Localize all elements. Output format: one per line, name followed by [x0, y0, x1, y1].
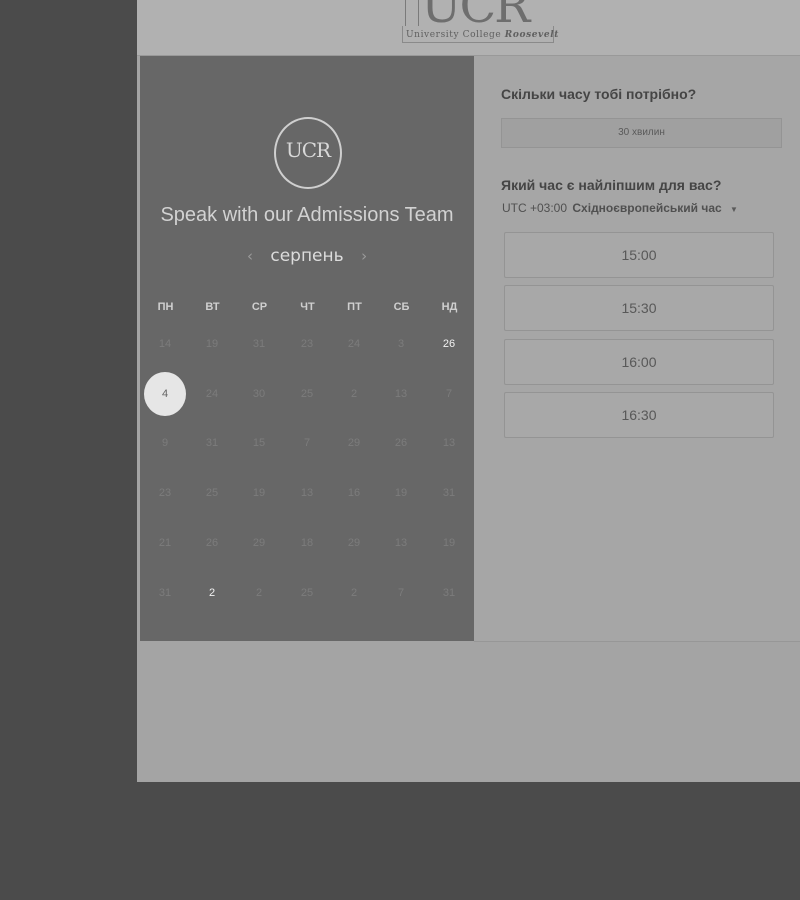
calendar-day: 19 [394, 487, 408, 500]
prev-month-icon[interactable]: ‹ [235, 247, 265, 265]
event-title: Speak with our Admissions Team [160, 204, 454, 226]
calendar-day: 31 [252, 338, 266, 350]
logo-subtitle-plain: University College [406, 30, 505, 40]
calendar-day[interactable]: 2 [192, 573, 232, 613]
weekday-label: СР [251, 301, 268, 313]
logo-tree-icon [405, 0, 419, 26]
calendar-day: 31 [442, 586, 456, 599]
calendar-day: 3 [397, 338, 405, 350]
weekday-label: ВТ [205, 301, 220, 313]
calendar-day: 24 [347, 338, 361, 350]
time-selection-panel: Скільки часу тобі потрібно? 30 хвилин Як… [474, 56, 800, 642]
calendar-day: 13 [394, 536, 408, 549]
calendar-day: 7 [397, 586, 405, 599]
next-month-icon[interactable]: › [349, 247, 379, 265]
calendar-day: 21 [158, 536, 172, 549]
calendar-day: 13 [442, 437, 456, 450]
timezone-offset: UTC +03:00 [502, 201, 568, 215]
event-logo-text: UCR [285, 138, 331, 162]
calendar-day: 29 [252, 536, 266, 549]
calendar-day: 30 [252, 387, 266, 400]
calendar-day: 31 [205, 437, 219, 450]
calendar-day: 15 [252, 437, 266, 450]
weekday-label: НД [441, 301, 458, 313]
calendar-day: 29 [347, 437, 361, 450]
event-calendar-panel: UCR Speak with our Admissions Team ‹ сер… [140, 56, 474, 641]
timezone-selector[interactable]: UTC +03:00 Східноєвропейський час ▼ [502, 201, 738, 215]
event-logo: UCR [274, 117, 342, 189]
calendar-day: 25 [300, 387, 314, 400]
calendar-day: 2 [350, 387, 358, 400]
time-question: Який час є найліпшим для вас? [501, 177, 722, 193]
weekday-label: СБ [393, 301, 410, 313]
duration-question: Скільки часу тобі потрібно? [501, 86, 697, 102]
calendar-day: 2 [255, 586, 263, 599]
time-slot-button[interactable]: 15:00 [504, 232, 774, 278]
calendar-day: 9 [161, 437, 169, 450]
calendar-day: 13 [300, 487, 314, 500]
timezone-name: Східноєвропейський час [572, 201, 722, 215]
time-slot-button[interactable]: 16:30 [504, 391, 774, 438]
calendar-day: 26 [205, 536, 219, 549]
calendar-day: 25 [205, 487, 219, 500]
calendar-day: 25 [300, 586, 314, 599]
calendar-day: 2 [350, 586, 358, 599]
page-header: UCR University College Roosevelt [137, 0, 800, 56]
logo-subtitle: University College Roosevelt [406, 30, 559, 40]
calendar-day: 18 [300, 536, 314, 549]
calendar-day: 7 [445, 387, 453, 400]
calendar-day: 19 [442, 536, 456, 549]
calendar-day[interactable]: 26 [429, 324, 469, 364]
month-navigation: ‹ серпень › [140, 246, 474, 266]
weekday-header: ПН ВТ СР ЧТ ПТ СБ НД [142, 301, 474, 315]
calendar-day: 23 [300, 338, 314, 350]
weekday-label: ПТ [347, 301, 362, 313]
calendar-day: 24 [205, 387, 219, 400]
calendar-day: 19 [252, 487, 266, 500]
calendar-day: 31 [442, 487, 456, 500]
calendar-day: 14 [158, 338, 172, 350]
time-slot-button[interactable]: 15:30 [504, 285, 774, 332]
calendar-day: 31 [158, 586, 172, 599]
calendar-grid: 14 19 31 23 24 3 26 4 24 30 25 2 13 7 9 31 15 7 29 26 13 23 25… [142, 324, 474, 624]
calendar-day: 23 [158, 487, 172, 500]
weekday-label: ПН [157, 301, 174, 313]
duration-option-button[interactable]: 30 хвилин [501, 118, 782, 148]
logo-subtitle-italic: Roosevelt [504, 30, 559, 40]
calendar-day: 26 [394, 437, 408, 450]
month-label: серпень [270, 246, 344, 266]
time-slot-button[interactable]: 16:00 [504, 338, 774, 385]
calendar-day: 7 [303, 437, 311, 450]
calendar-day: 29 [347, 536, 361, 549]
calendar-day: 19 [205, 338, 219, 350]
chevron-down-icon: ▼ [730, 205, 738, 214]
calendar-day: 16 [347, 487, 361, 500]
calendar-day: 13 [394, 387, 408, 400]
ucr-logo[interactable]: UCR University College Roosevelt [399, 0, 558, 46]
calendar-day-selected[interactable]: 4 [144, 371, 186, 416]
weekday-label: ЧТ [300, 301, 315, 313]
